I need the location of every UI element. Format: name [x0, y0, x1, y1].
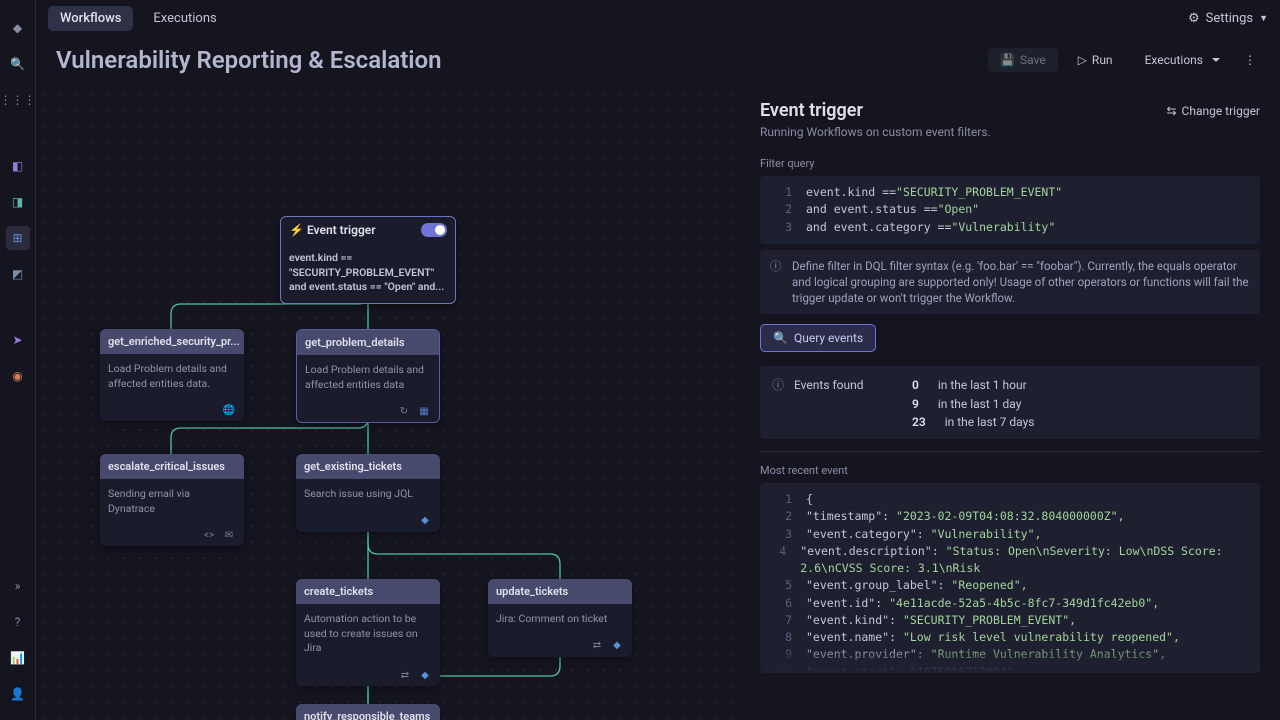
page-title: Vulnerability Reporting & Escalation [56, 46, 442, 74]
info-icon: ⓘ [772, 376, 786, 393]
nav-item-1[interactable]: ◧ [6, 154, 30, 178]
page-header: Vulnerability Reporting & Escalation 💾Sa… [36, 36, 1280, 86]
trigger-rule-1: event.kind == "SECURITY_PROBLEM_EVENT" [289, 251, 447, 280]
swap-icon: ⇆ [1166, 104, 1176, 118]
filter-query-label: Filter query [760, 157, 1260, 170]
jira-icon: ◆ [418, 514, 432, 528]
search-icon[interactable]: 🔍 [6, 52, 30, 76]
node-escalate-critical[interactable]: escalate_critical_issues Sending email v… [100, 454, 244, 546]
info-icon: ⓘ [770, 258, 784, 306]
filter-query-editor[interactable]: 1event.kind == "SECURITY_PROBLEM_EVENT" … [760, 176, 1260, 244]
tab-executions[interactable]: Executions [141, 6, 228, 31]
jira-icon: ◆ [610, 639, 624, 653]
side-panel: Event trigger ⇆ Change trigger Running W… [740, 86, 1280, 720]
node-update-tickets[interactable]: update_tickets Jira: Comment on ticket ⇄… [488, 579, 632, 657]
more-button[interactable]: ⋮ [1240, 49, 1260, 71]
user-icon[interactable]: 👤 [6, 682, 30, 706]
play-icon: ▷ [1078, 53, 1087, 67]
save-icon: 💾 [1000, 53, 1015, 67]
apps-icon[interactable]: ⋮⋮⋮ [6, 88, 30, 112]
nav-item-5[interactable]: ➤ [6, 328, 30, 352]
node-get-existing-tickets[interactable]: get_existing_tickets Search issue using … [296, 454, 440, 532]
globe-icon: 🌐 [222, 403, 236, 417]
search-icon: 🔍 [773, 331, 788, 345]
expand-icon[interactable]: » [6, 574, 30, 598]
top-bar: Workflows Executions ⚙ Settings ▼ [36, 0, 1280, 36]
executions-dropdown[interactable]: Executions [1133, 48, 1232, 72]
workflow-canvas[interactable]: ⚡ Event trigger event.kind == "SECURITY_… [36, 86, 740, 720]
node-notify-teams[interactable]: notify_responsible_teams for each affect… [296, 704, 440, 720]
nav-item-4[interactable]: ◩ [6, 262, 30, 286]
node-get-problem-details[interactable]: get_problem_details Load Problem details… [296, 329, 440, 423]
mail-icon: ✉ [222, 528, 236, 542]
node-create-tickets[interactable]: create_tickets Automation action to be u… [296, 579, 440, 686]
logo-icon[interactable]: ◆ [6, 16, 30, 40]
save-button: 💾Save [988, 48, 1058, 72]
code-icon: <> [202, 528, 216, 542]
trigger-rule-2: and event.status == "Open" and... [289, 280, 447, 295]
stats-icon[interactable]: 📊 [6, 646, 30, 670]
tab-workflows[interactable]: Workflows [48, 6, 133, 31]
node-get-enriched[interactable]: get_enriched_security_pr... Load Problem… [100, 329, 244, 421]
jira-icon: ◆ [418, 668, 432, 682]
nav-item-workflows[interactable]: ⊞ [6, 226, 30, 250]
loop-icon: ⇄ [398, 668, 412, 682]
events-found-box: ⓘ Events found 0 in the last 1 hour 9 in… [760, 366, 1260, 439]
bolt-icon: ⚡ [289, 223, 304, 237]
filter-info: ⓘ Define filter in DQL filter syntax (e.… [760, 250, 1260, 314]
change-trigger-button[interactable]: ⇆ Change trigger [1166, 104, 1260, 118]
trigger-toggle[interactable] [421, 223, 447, 237]
query-events-button[interactable]: 🔍 Query events [760, 324, 876, 352]
trigger-node[interactable]: ⚡ Event trigger event.kind == "SECURITY_… [280, 216, 456, 304]
app-icon: ▦ [417, 404, 431, 418]
settings-button[interactable]: ⚙ Settings ▼ [1188, 11, 1268, 26]
gear-icon: ⚙ [1188, 11, 1200, 26]
loop-icon: ⇄ [590, 639, 604, 653]
panel-subtitle: Running Workflows on custom event filter… [760, 125, 1260, 139]
nav-item-6[interactable]: ◉ [6, 364, 30, 388]
nav-item-2[interactable]: ◨ [6, 190, 30, 214]
recent-event-json[interactable]: 1{2 "timestamp": "2023-02-09T04:08:32.80… [760, 483, 1260, 673]
help-icon[interactable]: ? [6, 610, 30, 634]
nav-rail: ◆ 🔍 ⋮⋮⋮ ◧ ◨ ⊞ ◩ ➤ ◉ » ? 📊 👤 [0, 0, 36, 720]
panel-title: Event trigger [760, 100, 863, 121]
retry-icon: ↻ [397, 404, 411, 418]
chevron-down-icon: ▼ [1259, 13, 1268, 24]
recent-event-label: Most recent event [760, 464, 1260, 477]
run-button[interactable]: ▷Run [1066, 48, 1125, 72]
